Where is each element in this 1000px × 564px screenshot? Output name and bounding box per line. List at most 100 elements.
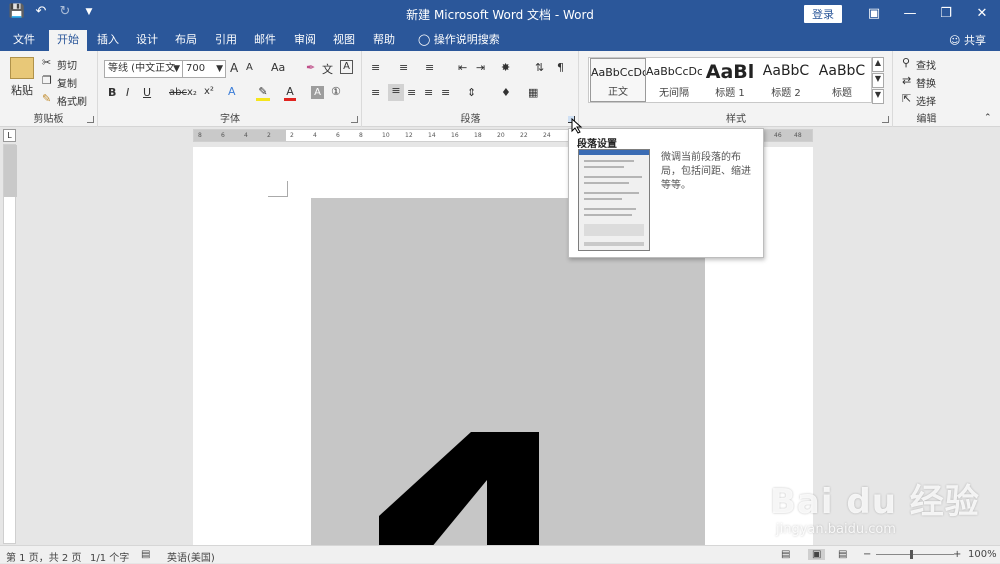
- tab-insert[interactable]: 插入: [89, 30, 127, 51]
- underline-button[interactable]: U: [143, 86, 151, 99]
- align-left-icon[interactable]: ≡: [371, 86, 380, 99]
- grow-font-icon[interactable]: A: [230, 61, 238, 75]
- styles-scroll-up-icon[interactable]: ▲: [872, 57, 884, 72]
- font-launcher-icon[interactable]: [351, 116, 358, 123]
- share-button[interactable]: ☺ 共享: [949, 32, 986, 48]
- tab-view[interactable]: 视图: [325, 30, 363, 51]
- styles-launcher-icon[interactable]: [882, 116, 889, 123]
- styles-group-label: 样式: [726, 114, 746, 125]
- font-name-combo[interactable]: 等线 (中文正文 ▼: [104, 60, 183, 78]
- restore-icon[interactable]: ❐: [928, 6, 964, 21]
- vertical-ruler[interactable]: [3, 144, 17, 544]
- styles-scroll-down-icon[interactable]: ▼: [872, 73, 884, 88]
- zoom-level[interactable]: 100%: [968, 549, 997, 560]
- tab-review[interactable]: 审阅: [286, 30, 324, 51]
- replace-icon[interactable]: ⇄: [902, 74, 911, 87]
- style-heading-1[interactable]: AaBl 标题 1: [702, 58, 758, 102]
- style-no-spacing[interactable]: AaBbCcDc 无间隔: [646, 58, 702, 102]
- tell-me-label: 操作说明搜索: [433, 33, 500, 46]
- tab-file[interactable]: 文件: [5, 30, 43, 51]
- superscript-button[interactable]: x²: [204, 86, 214, 97]
- copy-button[interactable]: 复制: [57, 75, 77, 90]
- ribbon-display-options-icon[interactable]: ▣: [856, 6, 892, 21]
- copy-icon[interactable]: ❐: [42, 74, 52, 87]
- borders-icon[interactable]: ▦: [528, 86, 538, 99]
- style-sample: AaBbC: [818, 63, 866, 79]
- highlight-color-icon[interactable]: ✎: [256, 85, 270, 101]
- format-painter-icon[interactable]: ✎: [42, 92, 51, 105]
- decrease-indent-icon[interactable]: ⇤: [458, 61, 467, 74]
- style-normal[interactable]: AaBbCcDc 正文: [590, 58, 646, 102]
- tab-layout[interactable]: 布局: [167, 30, 205, 51]
- strikethrough-button[interactable]: abc: [169, 87, 187, 98]
- character-shading-icon[interactable]: A: [311, 86, 324, 99]
- collapse-ribbon-icon[interactable]: ⌃: [984, 113, 992, 123]
- find-button[interactable]: 查找: [916, 57, 936, 72]
- minimize-icon[interactable]: —: [892, 6, 928, 21]
- language-indicator[interactable]: 英语(美国): [167, 549, 215, 564]
- font-group: 等线 (中文正文 ▼ 700 ▼ A A Aa ✒ 文 A B I U abc …: [99, 51, 362, 127]
- cut-icon[interactable]: ✂: [42, 56, 51, 69]
- cut-button[interactable]: 剪切: [57, 57, 77, 72]
- shrink-font-icon[interactable]: A: [246, 62, 253, 73]
- zoom-slider[interactable]: [876, 554, 954, 555]
- multilevel-list-icon[interactable]: ≡: [425, 61, 434, 74]
- align-center-icon[interactable]: ≡: [388, 84, 404, 101]
- tab-home[interactable]: 开始: [49, 30, 87, 51]
- enclose-characters-icon[interactable]: ①: [331, 85, 341, 98]
- read-mode-icon[interactable]: ▤: [781, 549, 790, 560]
- select-button[interactable]: 选择: [916, 93, 936, 108]
- numbering-icon[interactable]: ≡: [399, 61, 408, 74]
- login-button[interactable]: 登录: [804, 4, 842, 23]
- zoom-slider-thumb[interactable]: [910, 550, 913, 559]
- paragraph-settings-tooltip: 段落设置 微调当前段落的布局，包括间距、缩进等等。: [568, 128, 764, 258]
- clipboard-launcher-icon[interactable]: [87, 116, 94, 123]
- sort-icon[interactable]: ⇅: [535, 61, 544, 74]
- paste-button[interactable]: 粘贴: [6, 82, 38, 98]
- style-heading-2[interactable]: AaBbC 标题 2: [758, 58, 814, 102]
- proofing-icon[interactable]: ▤: [141, 549, 150, 560]
- align-right-icon[interactable]: ≡: [407, 86, 416, 99]
- chinese-layout-icon[interactable]: ✸: [501, 61, 510, 74]
- format-painter-button[interactable]: 格式刷: [57, 93, 87, 108]
- web-layout-icon[interactable]: ▤: [838, 549, 847, 560]
- tab-help[interactable]: 帮助: [365, 30, 403, 51]
- page-count[interactable]: 第 1 页，共 2 页: [6, 549, 81, 564]
- tab-selector[interactable]: L: [3, 129, 16, 142]
- font-color-button[interactable]: A: [284, 85, 296, 101]
- subscript-button[interactable]: x₂: [187, 87, 197, 98]
- title-bar: 💾 ↶ ↻ ▼ 新建 Microsoft Word 文档 - Word 登录 ▣…: [0, 0, 1000, 27]
- zoom-in-button[interactable]: +: [953, 549, 961, 560]
- style-name: 无间隔: [659, 88, 689, 99]
- bold-button[interactable]: B: [108, 86, 116, 99]
- print-layout-icon[interactable]: ▣: [808, 549, 826, 560]
- find-icon[interactable]: ⚲: [902, 56, 910, 69]
- italic-button[interactable]: I: [126, 86, 129, 99]
- replace-button[interactable]: 替换: [916, 75, 936, 90]
- tell-me-search[interactable]: ◯ 操作说明搜索: [410, 30, 508, 51]
- bullets-icon[interactable]: ≡: [371, 61, 380, 74]
- shading-icon[interactable]: ♦: [501, 86, 511, 99]
- style-title[interactable]: AaBbC 标题: [814, 58, 870, 102]
- text-effects-icon[interactable]: A: [228, 85, 236, 98]
- word-count[interactable]: 1/1 个字: [90, 549, 129, 564]
- font-size-combo[interactable]: 700 ▼: [182, 60, 226, 78]
- tab-mailings[interactable]: 邮件: [246, 30, 284, 51]
- distributed-icon[interactable]: ≡: [441, 86, 450, 99]
- line-spacing-icon[interactable]: ⇕: [467, 86, 476, 99]
- clear-formatting-icon[interactable]: ✒: [306, 61, 315, 74]
- phonetic-guide-icon[interactable]: 文: [322, 61, 333, 77]
- tab-references[interactable]: 引用: [207, 30, 245, 51]
- increase-indent-icon[interactable]: ⇥: [476, 61, 485, 74]
- style-name: 正文: [608, 87, 628, 98]
- paste-icon[interactable]: [10, 57, 34, 79]
- justify-icon[interactable]: ≡: [424, 86, 433, 99]
- select-icon[interactable]: ⇱: [902, 92, 911, 105]
- close-icon[interactable]: ✕: [964, 6, 1000, 21]
- styles-more-icon[interactable]: ▼: [872, 89, 884, 104]
- change-case-icon[interactable]: Aa: [271, 61, 285, 74]
- zoom-out-button[interactable]: −: [863, 549, 871, 560]
- character-border-icon[interactable]: A: [340, 60, 353, 74]
- tab-design[interactable]: 设计: [128, 30, 166, 51]
- show-marks-icon[interactable]: ¶: [557, 61, 564, 74]
